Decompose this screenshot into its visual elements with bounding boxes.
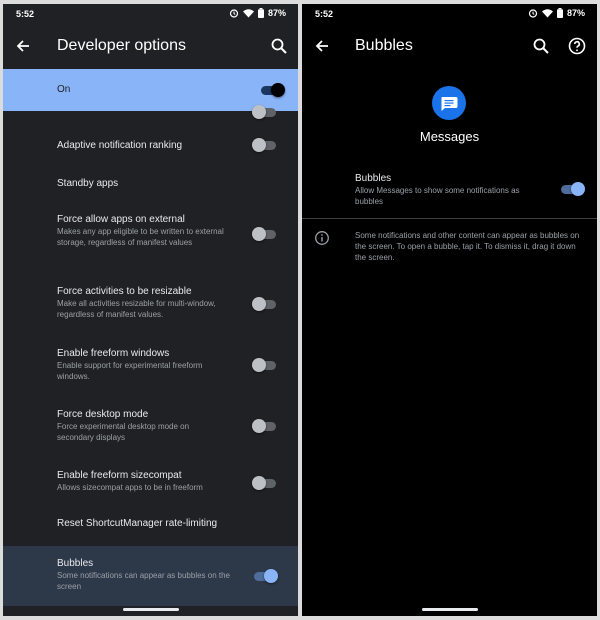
bubbles-toggle[interactable] [252,568,278,584]
setting-title: Force desktop mode [57,409,149,420]
back-arrow-icon[interactable] [13,36,33,56]
status-bar: 5:52 87% [3,4,298,24]
status-time: 5:52 [315,9,334,19]
list-item-freeform-sizecompat[interactable]: Enable freeform sizecompat Allows sizeco… [3,464,298,506]
alarm-icon [229,9,239,18]
bubbles-toggle[interactable] [559,181,585,197]
page-title: Developer options [57,37,186,54]
search-icon[interactable] [269,36,289,56]
toggle-switch[interactable] [252,226,278,242]
setting-title: Adaptive notification ranking [57,140,183,151]
setting-subtitle: Make all activities resizable for multi-… [57,299,216,319]
alarm-icon [528,9,538,18]
message-bubble-icon [441,97,458,111]
search-icon[interactable] [531,36,551,56]
bubbles-settings-screen: 5:52 87% Bubbles Messages Bubbles Allow … [302,4,597,616]
app-bar: Bubbles [302,26,597,66]
setting-title: Bubbles [57,558,94,569]
battery-icon [257,8,264,18]
app-bar: Developer options [3,26,298,66]
toggle-switch[interactable] [252,475,278,491]
toggle-switch[interactable] [252,418,278,434]
info-icon [315,231,329,245]
setting-title: Enable freeform sizecompat [57,470,182,481]
setting-subtitle: Some notifications can appear as bubbles… [57,571,231,591]
divider [302,218,597,219]
setting-subtitle: Enable support for experimental freeform… [57,361,203,381]
setting-title: Bubbles [355,173,392,184]
setting-title: Standby apps [57,178,119,189]
app-name: Messages [419,129,480,144]
setting-subtitle: Allows sizecompat apps to be in freeform [57,483,203,492]
help-icon[interactable] [567,36,587,56]
list-item-force-resizable[interactable]: Force activities to be resizable Make al… [3,278,298,330]
setting-title: Enable freeform windows [57,348,170,359]
list-item-reset-shortcutmanager[interactable]: Reset ShortcutManager rate-limiting [3,508,298,544]
list-item-force-allow-external[interactable]: Force allow apps on external Makes any a… [3,204,298,266]
bubbles-setting-row[interactable]: Bubbles Allow Messages to show some noti… [302,164,597,214]
developer-options-screen: 5:52 87% Developer options On Adaptive n… [3,4,298,616]
toggle-switch[interactable] [252,137,278,153]
toggle-switch[interactable] [252,296,278,312]
list-item-force-desktop-mode[interactable]: Force desktop mode Force experimental de… [3,402,298,454]
battery-percent: 87% [566,8,585,18]
toggle-switch[interactable] [252,357,278,373]
list-item [3,105,298,119]
list-item-freeform-windows[interactable]: Enable freeform windows Enable support f… [3,340,298,392]
list-item-standby-apps[interactable]: Standby apps [3,166,298,202]
status-time: 5:52 [16,9,35,19]
battery-icon [556,8,563,18]
battery-percent: 87% [267,8,286,18]
setting-subtitle: Makes any app eligible to be written to … [57,227,224,247]
page-title: Bubbles [355,37,413,54]
back-arrow-icon[interactable] [312,36,332,56]
info-footer-text: Some notifications and other content can… [355,231,580,262]
wifi-icon [242,9,254,18]
toggle-switch[interactable] [252,104,278,120]
setting-title: Force allow apps on external [57,214,185,225]
master-switch-label: On [57,84,71,95]
status-bar: 5:52 87% [302,4,597,24]
setting-title: Reset ShortcutManager rate-limiting [57,518,218,529]
setting-title: Force activities to be resizable [57,286,192,297]
gesture-nav-handle[interactable] [122,608,179,611]
wifi-icon [541,9,553,18]
setting-subtitle: Allow Messages to show some notification… [355,186,520,206]
gesture-nav-handle[interactable] [421,608,478,611]
messages-app-icon [432,86,466,120]
master-toggle[interactable] [259,82,285,98]
setting-subtitle: Force experimental desktop mode on secon… [57,422,190,442]
list-item-bubbles[interactable]: Bubbles Some notifications can appear as… [3,546,298,606]
list-item-adaptive-notification-ranking[interactable]: Adaptive notification ranking [3,126,298,164]
